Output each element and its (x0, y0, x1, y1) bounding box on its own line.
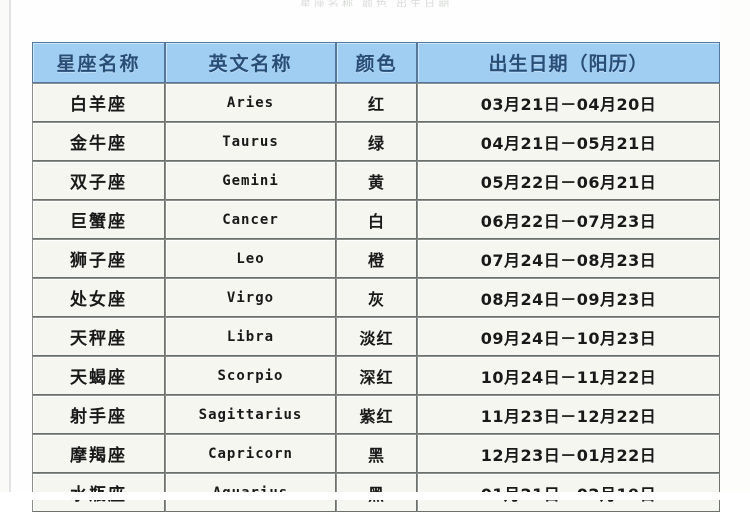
page-left-edge-line (9, 0, 11, 500)
cell-en: Scorpio (165, 356, 336, 395)
cell-date: 12月23日－01月22日 (417, 434, 720, 473)
cell-date: 09月24日－10月23日 (417, 317, 720, 356)
page-left-gutter (0, 0, 9, 500)
table-row: 金牛座 Taurus 绿 04月21日－05月21日 (32, 122, 720, 161)
cell-date: 10月24日－11月22日 (417, 356, 720, 395)
cell-name: 巨蟹座 (32, 200, 165, 239)
table-header: 星座名称 英文名称 颜色 出生日期（阳历） (32, 42, 720, 83)
page-bottom-clip (0, 492, 750, 500)
column-header-english-name: 英文名称 (165, 42, 336, 83)
cell-name: 狮子座 (32, 239, 165, 278)
zodiac-table-container: 星座名称 英文名称 颜色 出生日期（阳历） 白羊座 Aries 红 03月21日－04… (32, 42, 720, 512)
cell-name: 白羊座 (32, 83, 165, 122)
table-row: 处女座 Virgo 灰 08月24日－09月23日 (32, 278, 720, 317)
cell-en: Sagittarius (165, 395, 336, 434)
column-header-color: 颜色 (336, 42, 417, 83)
cell-color: 橙 (336, 239, 417, 278)
cell-name: 天蝎座 (32, 356, 165, 395)
table-header-row: 星座名称 英文名称 颜色 出生日期（阳历） (32, 42, 720, 83)
cell-en: Taurus (165, 122, 336, 161)
cell-en: Leo (165, 239, 336, 278)
cell-color: 深红 (336, 356, 417, 395)
table-row: 巨蟹座 Cancer 白 06月22日－07月23日 (32, 200, 720, 239)
cell-color: 淡红 (336, 317, 417, 356)
cell-date: 06月22日－07月23日 (417, 200, 720, 239)
table-row: 狮子座 Leo 橙 07月24日－08月23日 (32, 239, 720, 278)
cell-date: 03月21日－04月20日 (417, 83, 720, 122)
cell-name: 射手座 (32, 395, 165, 434)
cell-date: 08月24日－09月23日 (417, 278, 720, 317)
table-row: 射手座 Sagittarius 紫红 11月23日－12月22日 (32, 395, 720, 434)
cell-color: 灰 (336, 278, 417, 317)
cell-name: 摩羯座 (32, 434, 165, 473)
cell-en: Cancer (165, 200, 336, 239)
zodiac-table: 星座名称 英文名称 颜色 出生日期（阳历） 白羊座 Aries 红 03月21日－04… (32, 42, 720, 512)
cell-en: Virgo (165, 278, 336, 317)
table-row: 摩羯座 Capricorn 黑 12月23日－01月22日 (32, 434, 720, 473)
column-header-birth-date: 出生日期（阳历） (417, 42, 720, 83)
table-row: 天秤座 Libra 淡红 09月24日－10月23日 (32, 317, 720, 356)
table-row: 天蝎座 Scorpio 深红 10月24日－11月22日 (32, 356, 720, 395)
column-header-zodiac-name: 星座名称 (32, 42, 165, 83)
cell-name: 双子座 (32, 161, 165, 200)
table-body: 白羊座 Aries 红 03月21日－04月20日 金牛座 Taurus 绿 04月21日－0… (32, 83, 720, 512)
cell-name: 金牛座 (32, 122, 165, 161)
cell-color: 红 (336, 83, 417, 122)
cell-name: 天秤座 (32, 317, 165, 356)
cell-color: 白 (336, 200, 417, 239)
cell-en: Aries (165, 83, 336, 122)
cell-en: Libra (165, 317, 336, 356)
clipped-top-text: 星座名称 颜色 出生日期 (300, 0, 453, 7)
cell-date: 11月23日－12月22日 (417, 395, 720, 434)
cell-color: 黑 (336, 434, 417, 473)
table-row: 白羊座 Aries 红 03月21日－04月20日 (32, 83, 720, 122)
cell-name: 处女座 (32, 278, 165, 317)
page-right-margin (720, 0, 750, 500)
table-row: 双子座 Gemini 黄 05月22日－06月21日 (32, 161, 720, 200)
cell-en: Capricorn (165, 434, 336, 473)
cell-color: 紫红 (336, 395, 417, 434)
cell-en: Gemini (165, 161, 336, 200)
cell-date: 04月21日－05月21日 (417, 122, 720, 161)
cell-color: 绿 (336, 122, 417, 161)
cell-color: 黄 (336, 161, 417, 200)
cell-date: 05月22日－06月21日 (417, 161, 720, 200)
cell-date: 07月24日－08月23日 (417, 239, 720, 278)
